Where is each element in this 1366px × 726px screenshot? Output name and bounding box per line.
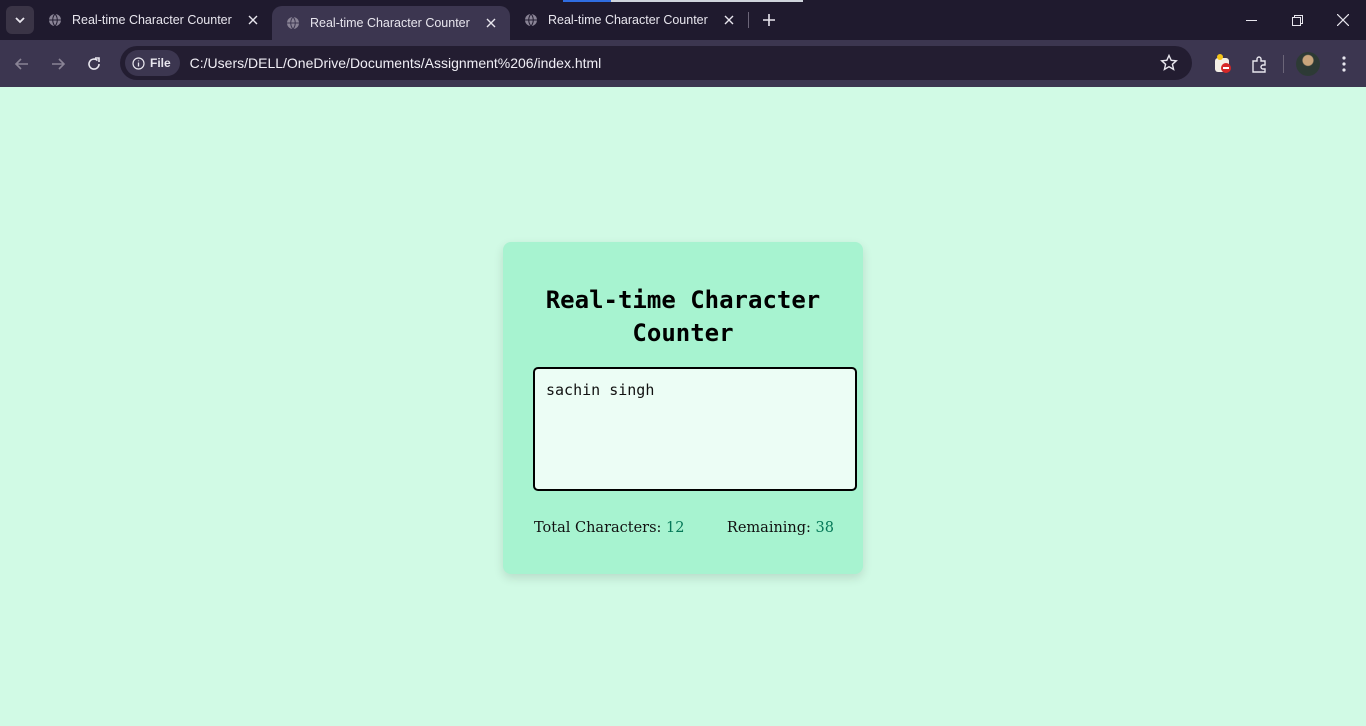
arrow-left-icon	[14, 57, 28, 70]
text-input[interactable]	[533, 367, 857, 491]
extension-adblock-icon[interactable]	[1205, 46, 1241, 82]
tab-2-active[interactable]: Real-time Character Counter	[272, 6, 510, 40]
info-icon	[132, 56, 145, 70]
restore-button[interactable]	[1274, 0, 1320, 40]
bookmark-star-icon[interactable]	[1160, 53, 1178, 77]
page-heading: Real-time Character Counter	[545, 286, 821, 347]
tab-separator	[748, 12, 749, 28]
tab-title: Real-time Character Counter	[548, 13, 708, 27]
stats-row: Total Characters: 12 Remaining: 38	[534, 520, 834, 536]
tab-strip: Real-time Character Counter Real-time Ch…	[0, 0, 1366, 40]
total-characters: Total Characters: 12	[534, 520, 685, 536]
extensions-puzzle-icon[interactable]	[1241, 46, 1277, 82]
new-tab-button[interactable]	[755, 6, 783, 34]
close-tab-icon[interactable]	[480, 12, 502, 34]
minimize-button[interactable]	[1228, 0, 1274, 40]
globe-icon	[286, 16, 300, 30]
globe-icon	[524, 13, 538, 27]
forward-button[interactable]	[40, 46, 76, 82]
toolbar-right	[1205, 40, 1366, 87]
chevron-down-icon	[15, 17, 25, 24]
plus-icon	[763, 14, 775, 26]
avatar-image	[1296, 51, 1320, 76]
arrow-right-icon	[52, 57, 66, 70]
window-controls	[1228, 0, 1366, 40]
close-window-button[interactable]	[1320, 0, 1366, 40]
url-text[interactable]: C:/Users/DELL/OneDrive/Documents/Assignm…	[190, 55, 602, 71]
total-count: 12	[666, 520, 685, 536]
remaining-label: Remaining:	[726, 520, 811, 536]
reload-button[interactable]	[76, 46, 112, 82]
toolbar-divider	[1283, 54, 1284, 73]
remaining-characters: Remaining: 38	[727, 520, 834, 536]
minimize-icon	[1245, 19, 1257, 21]
close-tab-icon[interactable]	[718, 9, 740, 31]
menu-button[interactable]	[1326, 46, 1362, 82]
globe-icon	[48, 13, 62, 27]
tab-title: Real-time Character Counter	[72, 13, 232, 27]
tab-1[interactable]: Real-time Character Counter	[34, 0, 272, 40]
profile-avatar[interactable]	[1290, 46, 1326, 82]
browser-toolbar: File C:/Users/DELL/OneDrive/Documents/As…	[0, 40, 1366, 87]
site-chip-label: File	[150, 56, 171, 70]
restore-icon	[1291, 14, 1303, 26]
back-button[interactable]	[4, 46, 40, 82]
close-tab-icon[interactable]	[242, 9, 264, 31]
tab-3[interactable]: Real-time Character Counter	[510, 0, 748, 40]
counter-card: Real-time Character Counter Total Charac…	[503, 242, 863, 574]
tab-title: Real-time Character Counter	[310, 16, 470, 30]
reload-icon	[88, 56, 100, 70]
remaining-count: 38	[815, 520, 834, 536]
close-icon	[1337, 14, 1349, 26]
site-info-chip[interactable]: File	[125, 50, 180, 76]
address-bar[interactable]: File C:/Users/DELL/OneDrive/Documents/As…	[120, 46, 1192, 80]
tab-search-button[interactable]	[6, 6, 34, 34]
total-label: Total Characters:	[534, 520, 662, 536]
more-vertical-icon	[1342, 55, 1346, 72]
